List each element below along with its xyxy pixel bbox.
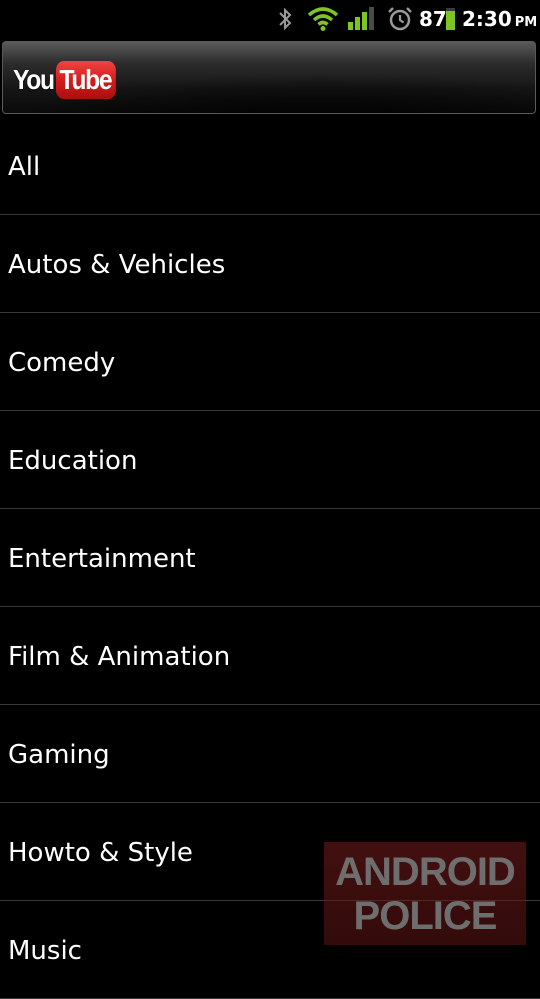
category-item-comedy[interactable]: Comedy [0, 313, 540, 411]
bluetooth-icon [279, 7, 292, 31]
clock-ampm: PM [514, 15, 538, 30]
category-item-entertainment[interactable]: Entertainment [0, 509, 540, 607]
youtube-logo[interactable]: You Tube [13, 61, 124, 99]
category-label: Film & Animation [8, 642, 231, 672]
battery-percent: 87 [419, 7, 447, 31]
wifi-icon [307, 7, 339, 31]
alarm-icon [388, 7, 412, 31]
category-label: Autos & Vehicles [8, 250, 226, 280]
category-item-autos-vehicles[interactable]: Autos & Vehicles [0, 215, 540, 313]
category-item-education[interactable]: Education [0, 411, 540, 509]
category-label: Music [8, 936, 82, 966]
status-bar: 87 2:30 PM [0, 0, 540, 38]
category-item-gaming[interactable]: Gaming [0, 705, 540, 803]
signal-icon [348, 7, 374, 30]
category-label: Education [8, 446, 138, 476]
logo-tube-text: Tube [56, 61, 116, 99]
watermark-logo: ANDROID POLICE [324, 842, 526, 945]
category-label: Comedy [8, 348, 116, 378]
watermark-line2: POLICE [353, 893, 498, 938]
clock-time: 2:30 [462, 7, 512, 31]
category-label: Entertainment [8, 544, 196, 574]
battery-icon [446, 8, 455, 30]
category-label: Gaming [8, 740, 110, 770]
clock: 2:30 PM [462, 6, 537, 36]
category-item-all[interactable]: All [0, 117, 540, 215]
category-label: All [8, 152, 41, 182]
category-label: Howto & Style [8, 838, 193, 868]
watermark-line1: ANDROID [335, 849, 516, 894]
logo-you-text: You [13, 64, 55, 95]
title-bar: You Tube [2, 41, 536, 114]
category-item-film-animation[interactable]: Film & Animation [0, 607, 540, 705]
